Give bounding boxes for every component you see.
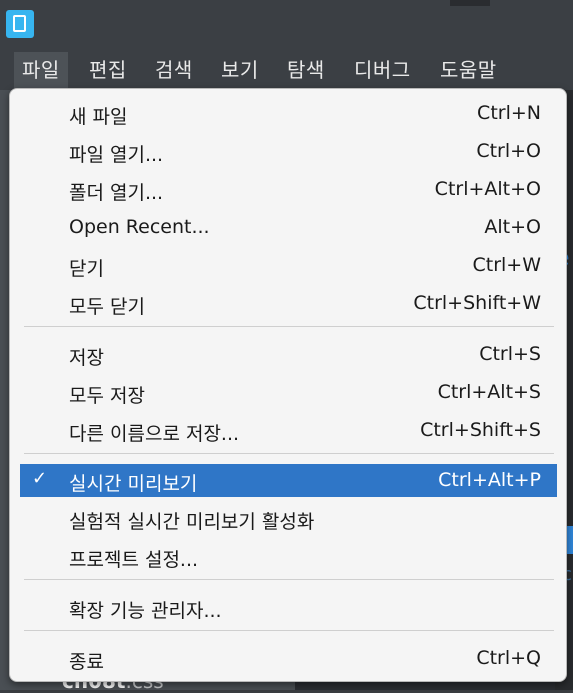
file-menu-dropdown: 새 파일 Ctrl+N 파일 열기... Ctrl+O 폴더 열기... Ctr… <box>9 88 567 682</box>
menu-separator <box>24 326 554 327</box>
menu-item-label: 프로젝트 설정... <box>69 549 199 571</box>
menu-separator <box>24 579 554 580</box>
menu-item-label: 실시간 미리보기 <box>69 473 198 495</box>
menu-item-save-all[interactable]: 모두 저장 Ctrl+Alt+S <box>20 376 557 409</box>
menu-item-new-file[interactable]: 새 파일 Ctrl+N <box>20 97 557 130</box>
checkmark-icon: ✓ <box>32 468 48 489</box>
menu-item-label: 새 파일 <box>69 106 128 128</box>
menu-item-label: 폴더 열기... <box>69 182 164 204</box>
menu-item-open-file[interactable]: 파일 열기... Ctrl+O <box>20 135 557 168</box>
menu-item-shortcut: Ctrl+Shift+W <box>413 292 541 314</box>
menu-item-experimental-live-preview[interactable]: 실험적 실시간 미리보기 활성화 <box>20 502 557 535</box>
menu-item-shortcut: Ctrl+Alt+S <box>437 381 541 403</box>
menu-help[interactable]: 도움말 <box>432 52 505 88</box>
menu-item-shortcut: Ctrl+Alt+P <box>438 469 541 491</box>
menu-item-open-recent[interactable]: Open Recent... Alt+O <box>20 211 557 244</box>
menu-item-quit[interactable]: 종료 Ctrl+Q <box>20 642 557 675</box>
menu-view[interactable]: 보기 <box>213 52 267 88</box>
menu-item-label: 파일 열기... <box>69 144 164 166</box>
menu-item-label: 닫기 <box>69 258 104 280</box>
menu-item-shortcut: Ctrl+Q <box>476 647 541 669</box>
menu-item-shortcut: Ctrl+Shift+S <box>420 419 541 441</box>
menu-separator <box>24 453 554 454</box>
menu-item-save-as[interactable]: 다른 이름으로 저장... Ctrl+Shift+S <box>20 414 557 447</box>
menu-edit[interactable]: 편집 <box>81 52 135 88</box>
menu-item-label: 모두 저장 <box>69 385 145 407</box>
menu-item-shortcut: Ctrl+O <box>476 140 541 162</box>
menu-item-close[interactable]: 닫기 Ctrl+W <box>20 249 557 282</box>
menu-item-shortcut: Ctrl+Alt+O <box>434 178 541 200</box>
menu-file[interactable]: 파일 <box>14 52 68 88</box>
menu-item-label: 종료 <box>69 651 104 673</box>
menu-debug[interactable]: 디버그 <box>346 52 419 88</box>
title-bar <box>0 0 573 48</box>
menu-search[interactable]: 검색 <box>147 52 201 88</box>
menu-item-extension-manager[interactable]: 확장 기능 관리자... <box>20 591 557 624</box>
menu-item-save[interactable]: 저장 Ctrl+S <box>20 338 557 371</box>
menu-item-shortcut: Ctrl+S <box>479 343 541 365</box>
menu-bar: 파일 편집 검색 보기 탐색 디버그 도움말 <box>0 48 573 90</box>
menu-item-project-settings[interactable]: 프로젝트 설정... <box>20 540 557 573</box>
menu-item-label: 확장 기능 관리자... <box>69 600 222 622</box>
menu-item-shortcut: Ctrl+N <box>477 102 541 124</box>
menu-item-live-preview[interactable]: ✓ 실시간 미리보기 Ctrl+Alt+P <box>20 464 557 497</box>
menu-separator <box>24 630 554 631</box>
menu-item-label: 저장 <box>69 347 104 369</box>
menu-item-close-all[interactable]: 모두 닫기 Ctrl+Shift+W <box>20 287 557 320</box>
menu-item-label: 실험적 실시간 미리보기 활성화 <box>69 511 315 533</box>
menu-item-shortcut: Alt+O <box>484 216 541 238</box>
menu-item-shortcut: Ctrl+W <box>472 254 541 276</box>
brackets-logo-icon <box>6 10 34 38</box>
menu-item-open-folder[interactable]: 폴더 열기... Ctrl+Alt+O <box>20 173 557 206</box>
title-bar-block <box>450 0 490 6</box>
menu-item-label: Open Recent... <box>69 216 210 238</box>
menu-item-label: 다른 이름으로 저장... <box>69 423 240 445</box>
menu-item-label: 모두 닫기 <box>69 296 145 318</box>
menu-navigate[interactable]: 탐색 <box>279 52 333 88</box>
